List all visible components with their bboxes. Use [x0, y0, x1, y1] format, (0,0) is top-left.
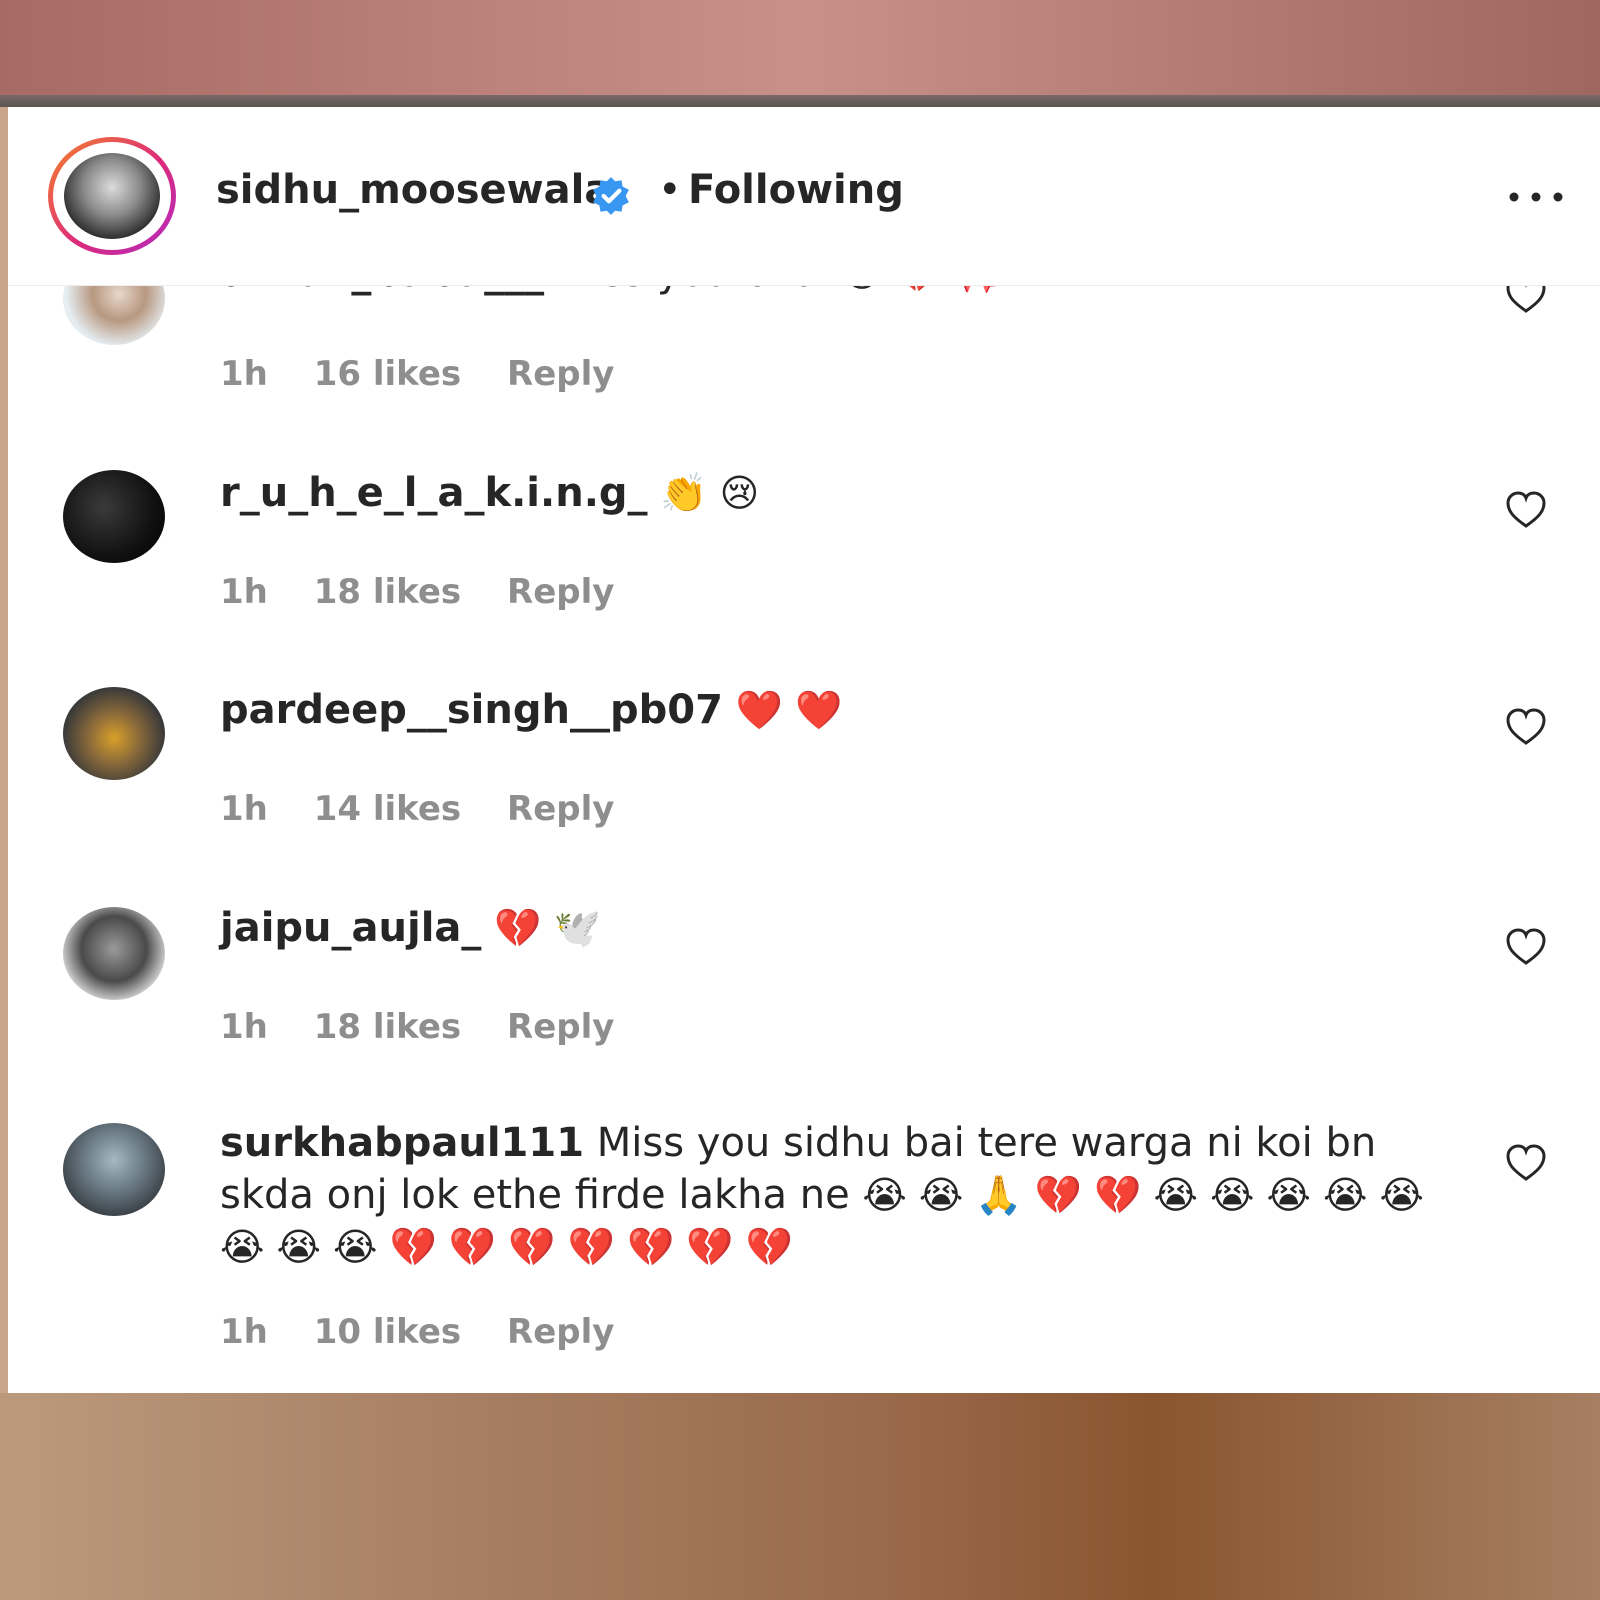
comment-time: 1h — [220, 354, 268, 394]
heart-outline-icon[interactable] — [1505, 707, 1547, 747]
comment-time: 1h — [220, 1312, 268, 1352]
post-author-username[interactable]: sidhu_moosewala — [216, 167, 611, 213]
comment-username[interactable]: jaipu_aujla_ — [220, 905, 481, 951]
background-top-strip — [0, 95, 1600, 107]
comment-likes[interactable]: 18 likes — [314, 1007, 461, 1047]
background-bottom — [0, 1393, 1600, 1600]
reply-button[interactable]: Reply — [507, 1312, 614, 1352]
comment-time: 1h — [220, 789, 268, 829]
comment-username[interactable]: pardeep__singh__pb07 — [220, 687, 723, 733]
comment-emoji: 👏 😢 — [660, 471, 760, 515]
reply-button[interactable]: Reply — [507, 789, 614, 829]
avatar[interactable] — [63, 687, 165, 780]
reply-button[interactable]: Reply — [507, 1007, 614, 1047]
background-top — [0, 0, 1600, 95]
more-options-icon[interactable] — [1506, 187, 1566, 207]
avatar[interactable] — [63, 1123, 165, 1216]
comment-likes[interactable]: 10 likes — [314, 1312, 461, 1352]
story-ring[interactable] — [48, 137, 176, 255]
comment-likes[interactable]: 14 likes — [314, 789, 461, 829]
reply-button[interactable]: Reply — [507, 572, 614, 612]
comment-likes[interactable]: 16 likes — [314, 354, 461, 394]
comment-likes[interactable]: 18 likes — [314, 572, 461, 612]
comment-emoji: ❤️ ❤️ — [735, 688, 843, 732]
avatar[interactable] — [63, 470, 165, 563]
comment-username[interactable]: surkhabpaul111 — [220, 1120, 584, 1166]
heart-outline-icon[interactable] — [1505, 490, 1547, 530]
comment-time: 1h — [220, 572, 268, 612]
heart-outline-icon[interactable] — [1505, 1143, 1547, 1183]
comments-panel: sidhu_moosewala • Following dhruv_babu__… — [8, 107, 1600, 1393]
verified-badge-icon — [593, 177, 629, 215]
comment-time: 1h — [220, 1007, 268, 1047]
heart-outline-icon[interactable] — [1505, 927, 1547, 967]
comment-emoji: 💔 🕊️ — [494, 906, 601, 950]
comment-username[interactable]: r_u_h_e_l_a_k.i.n.g_ — [220, 470, 648, 516]
post-header: sidhu_moosewala • Following — [8, 107, 1600, 286]
reply-button[interactable]: Reply — [507, 354, 614, 394]
avatar[interactable] — [63, 907, 165, 1000]
separator-dot: • — [658, 167, 682, 213]
following-button[interactable]: Following — [688, 167, 904, 213]
avatar — [64, 153, 160, 239]
